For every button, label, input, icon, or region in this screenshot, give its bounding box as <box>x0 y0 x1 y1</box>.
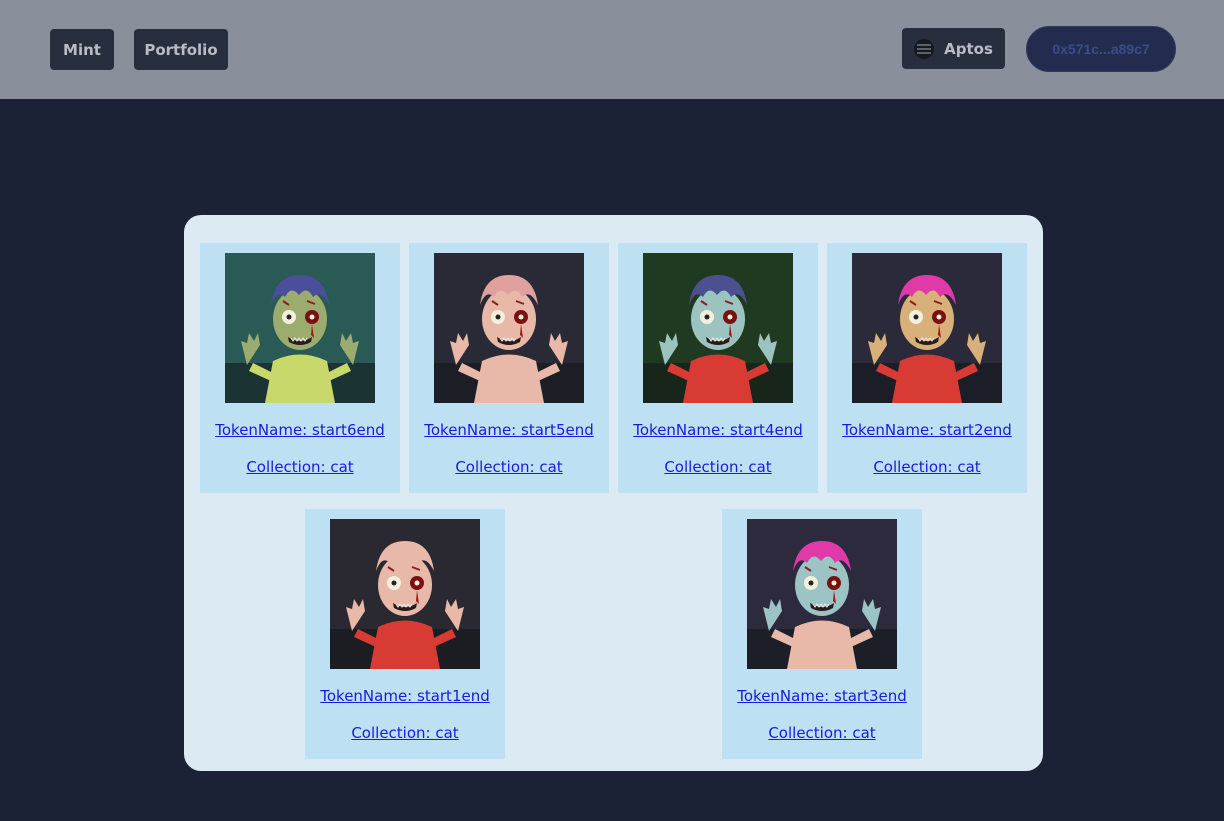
token-name-link[interactable]: TokenName: start6end <box>200 421 400 439</box>
nft-image[interactable] <box>747 519 897 669</box>
token-name-link[interactable]: TokenName: start1end <box>305 687 505 705</box>
top-navigation-bar: Mint Portfolio Aptos 0x571c...a89c7 <box>0 0 1224 99</box>
nft-gallery-panel: TokenName: start6end Collection: cat Tok… <box>184 215 1043 771</box>
network-selector-button[interactable]: Aptos <box>902 28 1005 69</box>
aptos-network-icon <box>914 38 935 59</box>
nft-card: TokenName: start6end Collection: cat <box>200 243 400 493</box>
nft-card: TokenName: start4end Collection: cat <box>618 243 818 493</box>
collection-link[interactable]: Collection: cat <box>618 458 818 476</box>
token-name-link[interactable]: TokenName: start2end <box>827 421 1027 439</box>
nft-card: TokenName: start5end Collection: cat <box>409 243 609 493</box>
nft-card: TokenName: start2end Collection: cat <box>827 243 1027 493</box>
network-label: Aptos <box>944 39 993 58</box>
portfolio-button[interactable]: Portfolio <box>134 29 228 70</box>
nft-image[interactable] <box>852 253 1002 403</box>
collection-link[interactable]: Collection: cat <box>827 458 1027 476</box>
collection-link[interactable]: Collection: cat <box>409 458 609 476</box>
nft-image[interactable] <box>225 253 375 403</box>
nft-card: TokenName: start1end Collection: cat <box>305 509 505 759</box>
collection-link[interactable]: Collection: cat <box>200 458 400 476</box>
token-name-link[interactable]: TokenName: start4end <box>618 421 818 439</box>
token-name-link[interactable]: TokenName: start3end <box>722 687 922 705</box>
mint-button[interactable]: Mint <box>50 29 114 70</box>
wallet-address-button[interactable]: 0x571c...a89c7 <box>1026 26 1176 72</box>
token-name-link[interactable]: TokenName: start5end <box>409 421 609 439</box>
collection-link[interactable]: Collection: cat <box>722 724 922 742</box>
collection-link[interactable]: Collection: cat <box>305 724 505 742</box>
nft-image[interactable] <box>330 519 480 669</box>
nft-image[interactable] <box>643 253 793 403</box>
nft-card: TokenName: start3end Collection: cat <box>722 509 922 759</box>
nft-image[interactable] <box>434 253 584 403</box>
